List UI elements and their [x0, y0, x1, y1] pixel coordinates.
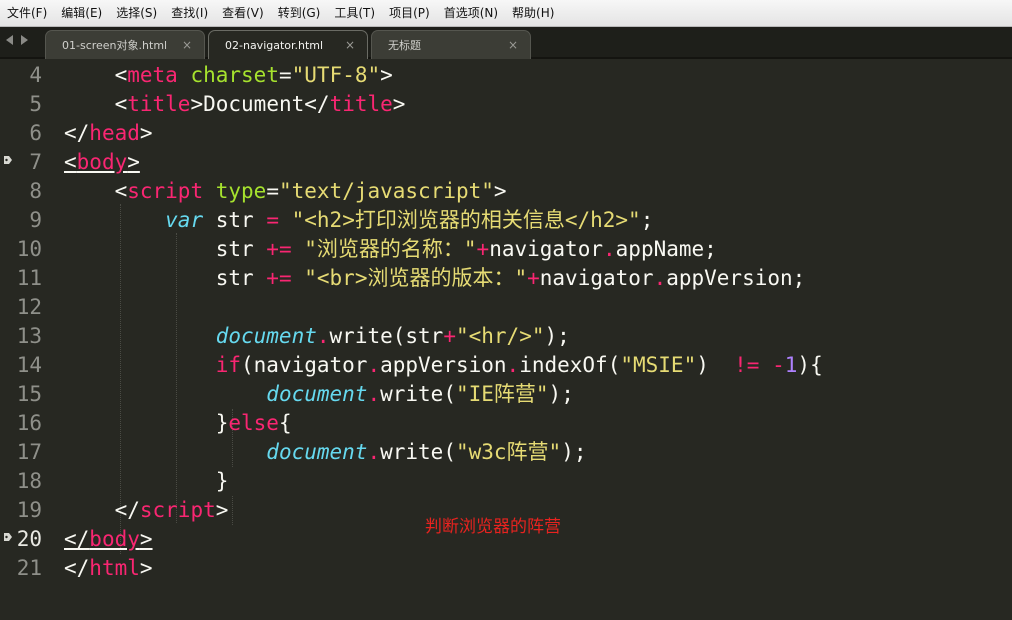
chevron-left-icon[interactable]	[6, 35, 13, 45]
tab-label: 01-screen对象.html	[62, 39, 168, 52]
code-line: </script>	[114, 498, 229, 522]
line-number: 13	[16, 324, 42, 348]
annotation-text: 判断浏览器的阵营	[425, 517, 561, 537]
menu-view[interactable]: 查看(V)	[215, 0, 271, 27]
code-line: <meta charset="UTF-8">	[114, 63, 393, 87]
close-icon[interactable]: ×	[345, 38, 355, 52]
tab-label: 无标题	[388, 39, 421, 52]
bookmark-icon	[4, 156, 12, 164]
code-line: str += "<br>浏览器的版本："+navigator.appVersio…	[215, 266, 806, 290]
tab-02-navigator[interactable]: 02-navigator.html ×	[208, 30, 368, 59]
line-number: 6	[29, 121, 42, 145]
line-number: 10	[16, 237, 42, 261]
line-number: 14	[16, 353, 42, 377]
line-number: 7	[29, 150, 42, 174]
line-number: 21	[16, 556, 42, 580]
menu-bar: 文件(F) 编辑(E) 选择(S) 查找(I) 查看(V) 转到(G) 工具(T…	[0, 0, 1012, 27]
line-number: 5	[29, 92, 42, 116]
tab-untitled[interactable]: 无标题 ×	[371, 30, 531, 59]
line-number: 12	[16, 295, 42, 319]
code-line: if(navigator.appVersion.indexOf("MSIE") …	[215, 353, 823, 377]
menu-project[interactable]: 项目(P)	[382, 0, 437, 27]
code-line: }else{	[215, 411, 292, 435]
line-number: 18	[16, 469, 42, 493]
tab-label: 02-navigator.html	[225, 38, 324, 52]
tab-nav	[6, 35, 28, 45]
code-line: var str = "<h2>打印浏览器的相关信息</h2>";	[165, 208, 654, 232]
code-line: <title>Document</title>	[114, 92, 406, 116]
code-line: str += "浏览器的名称："+navigator.appName;	[215, 237, 717, 261]
close-icon[interactable]: ×	[182, 38, 192, 52]
code-line: document.write("IE阵营");	[266, 382, 574, 406]
line-number: 9	[29, 208, 42, 232]
tab-bar: 01-screen对象.html × 02-navigator.html × 无…	[0, 27, 1012, 59]
bookmark-icon	[4, 533, 12, 541]
code-line: </head>	[64, 121, 153, 145]
tab-01-screen[interactable]: 01-screen对象.html ×	[45, 30, 205, 59]
menu-help[interactable]: 帮助(H)	[505, 0, 561, 27]
line-number: 19	[16, 498, 42, 522]
menu-edit[interactable]: 编辑(E)	[54, 0, 109, 27]
indent-guide	[232, 496, 233, 525]
code-line: <body>	[64, 150, 140, 174]
menu-find[interactable]: 查找(I)	[164, 0, 215, 27]
menu-tools[interactable]: 工具(T)	[327, 0, 382, 27]
menu-file[interactable]: 文件(F)	[0, 0, 54, 27]
line-number: 8	[29, 179, 42, 203]
line-number: 15	[16, 382, 42, 406]
line-number: 4	[29, 63, 42, 87]
line-number: 20	[16, 527, 42, 551]
code-line: <script type="text/javascript">	[114, 179, 507, 203]
close-icon[interactable]: ×	[508, 38, 518, 52]
line-gutter: 4 5 6 7 8 9 10 11 12 13 14 15 16 17 18 1…	[0, 59, 58, 620]
menu-goto[interactable]: 转到(G)	[271, 0, 328, 27]
line-number: 16	[16, 411, 42, 435]
menu-preferences[interactable]: 首选项(N)	[437, 0, 505, 27]
chevron-right-icon[interactable]	[21, 35, 28, 45]
line-number: 11	[16, 266, 42, 290]
code-line: </html>	[64, 556, 153, 580]
code-line: }	[215, 469, 229, 493]
code-line: document.write(str+"<hr/>");	[215, 324, 570, 348]
line-number: 17	[16, 440, 42, 464]
menu-selection[interactable]: 选择(S)	[109, 0, 164, 27]
code-line: </body>	[64, 527, 153, 551]
code-line: document.write("w3c阵营");	[266, 440, 587, 464]
